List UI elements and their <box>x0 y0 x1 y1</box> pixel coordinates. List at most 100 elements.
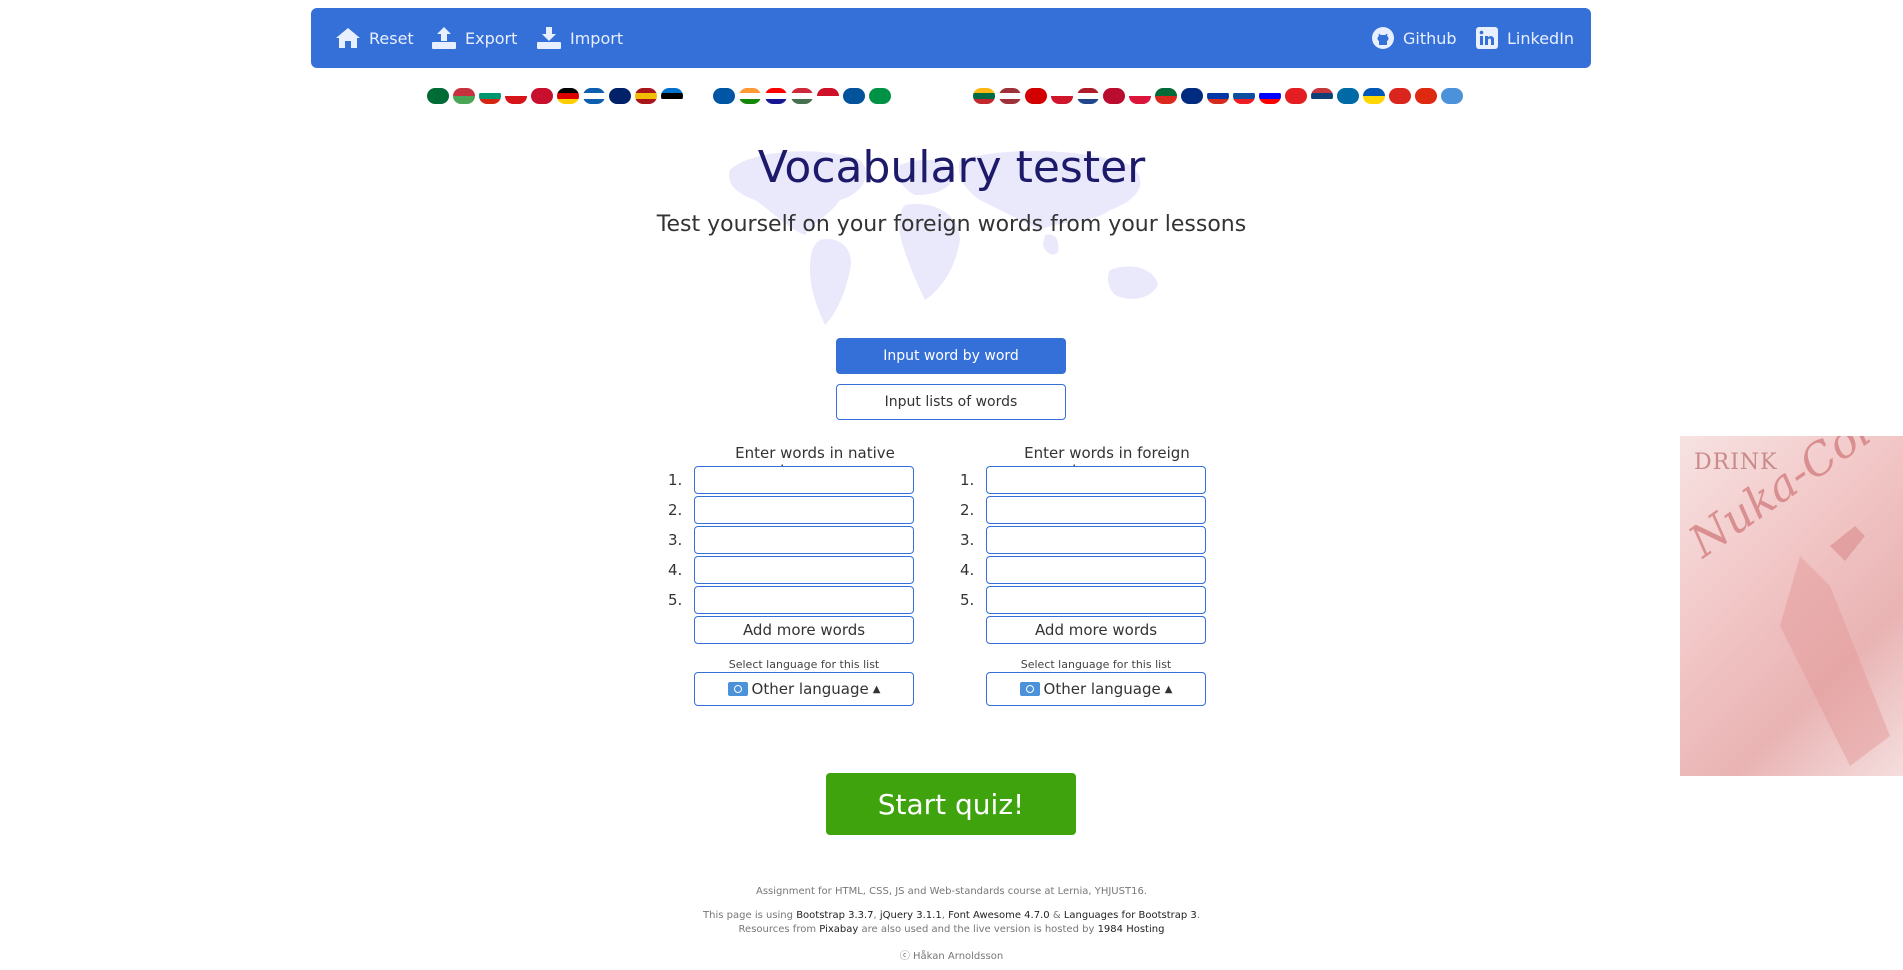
import-button[interactable]: Import <box>536 8 623 68</box>
footer-amp: & <box>1052 910 1061 921</box>
flag-fi-icon[interactable] <box>687 88 709 104</box>
word-row: 1. <box>952 466 1252 494</box>
row-number: 4. <box>668 561 683 579</box>
flag-si-icon[interactable] <box>1259 88 1281 104</box>
github-icon <box>1372 27 1394 49</box>
hosting-link[interactable]: 1984 Hosting <box>1098 924 1165 935</box>
upload-icon <box>432 27 456 49</box>
row-number: 2. <box>960 501 975 519</box>
github-link[interactable]: Github <box>1371 8 1457 68</box>
author-name: Håkan Arnoldsson <box>913 951 1004 962</box>
footer-author: ⓒ Håkan Arnoldsson <box>0 947 1903 962</box>
row-number: 2. <box>668 501 683 519</box>
flag-ee-icon[interactable] <box>661 88 683 104</box>
flag-pl-icon[interactable] <box>1129 88 1151 104</box>
reset-button[interactable]: Reset <box>335 8 414 68</box>
flag-vn-icon[interactable] <box>1389 88 1411 104</box>
page-subtitle: Test yourself on your foreign words from… <box>656 212 1247 237</box>
foreign-word-input-2[interactable] <box>986 496 1206 524</box>
flag-kr-icon[interactable] <box>947 88 969 104</box>
native-word-input-3[interactable] <box>694 526 914 554</box>
flag-sk-icon[interactable] <box>1233 88 1255 104</box>
word-row: 5. <box>952 586 1252 614</box>
flag-sa-icon[interactable] <box>427 88 449 104</box>
download-icon <box>537 27 561 49</box>
footer-resources-line: Resources from Pixabay are also used and… <box>0 924 1903 935</box>
flag-by-icon[interactable] <box>453 88 475 104</box>
flag-is-icon[interactable] <box>843 88 865 104</box>
flag-bg-icon[interactable] <box>479 88 501 104</box>
flag-pt-icon[interactable] <box>1155 88 1177 104</box>
input-word-by-word-button[interactable]: Input word by word <box>836 338 1066 374</box>
flag-il-icon[interactable] <box>895 88 917 104</box>
export-button[interactable]: Export <box>431 8 517 68</box>
flag-lt-icon[interactable] <box>973 88 995 104</box>
flag-de-icon[interactable] <box>557 88 579 104</box>
foreign-word-input-3[interactable] <box>986 526 1206 554</box>
native-word-input-4[interactable] <box>694 556 914 584</box>
row-number: 1. <box>960 471 975 489</box>
flag-hr-icon[interactable] <box>765 88 787 104</box>
flag-ua-icon[interactable] <box>1363 88 1385 104</box>
flag-it-icon[interactable] <box>869 88 891 104</box>
jquery-link[interactable]: jQuery 3.1.1 <box>880 910 942 921</box>
foreign-word-input-4[interactable] <box>986 556 1206 584</box>
flag-al-icon[interactable] <box>1285 88 1307 104</box>
side-advertisement[interactable]: DRINK Nuka-Cola <box>1680 436 1903 776</box>
flag-es-icon[interactable] <box>635 88 657 104</box>
flag-gr-icon[interactable] <box>583 88 605 104</box>
linkedin-icon <box>1476 27 1498 49</box>
flag-nl-icon[interactable] <box>1077 88 1099 104</box>
flag-se-icon[interactable] <box>1337 88 1359 104</box>
flag-fr-icon[interactable] <box>713 88 735 104</box>
flag-ro-icon[interactable] <box>1181 88 1203 104</box>
word-row: 4. <box>952 556 1252 584</box>
native-language-dropdown[interactable]: Other language ▲ <box>694 672 914 706</box>
native-word-input-5[interactable] <box>694 586 914 614</box>
flag-ru-icon[interactable] <box>1207 88 1229 104</box>
bootstrap-link[interactable]: Bootstrap 3.3.7 <box>796 910 873 921</box>
footer-tech-prefix: This page is using <box>703 910 793 921</box>
flag-jp-icon[interactable] <box>921 88 943 104</box>
foreign-language-dropdown[interactable]: Other language ▲ <box>986 672 1206 706</box>
native-language-label: Other language <box>751 680 869 698</box>
flag-mt-icon[interactable] <box>1051 88 1073 104</box>
caret-up-icon: ▲ <box>1164 683 1173 695</box>
row-number: 3. <box>668 531 683 549</box>
linkedin-label: LinkedIn <box>1507 28 1575 48</box>
native-word-input-2[interactable] <box>694 496 914 524</box>
row-number: 5. <box>960 591 975 609</box>
flag-no-icon[interactable] <box>1103 88 1125 104</box>
native-add-more-button[interactable]: Add more words <box>694 616 914 644</box>
foreign-add-more-button[interactable]: Add more words <box>986 616 1206 644</box>
foreign-word-input-1[interactable] <box>986 466 1206 494</box>
native-word-input-1[interactable] <box>694 466 914 494</box>
row-number: 1. <box>668 471 683 489</box>
flag-in-icon[interactable] <box>739 88 761 104</box>
foreign-word-input-5[interactable] <box>986 586 1206 614</box>
word-row: 3. <box>952 526 1252 554</box>
fontawesome-link[interactable]: Font Awesome 4.7.0 <box>948 910 1050 921</box>
flag-hu-icon[interactable] <box>791 88 813 104</box>
start-quiz-button[interactable]: Start quiz! <box>826 773 1076 835</box>
flag-lv-icon[interactable] <box>999 88 1021 104</box>
flag-mk-icon[interactable] <box>1025 88 1047 104</box>
flag-un-icon[interactable] <box>1441 88 1463 104</box>
word-row: 2. <box>660 496 960 524</box>
row-number: 5. <box>668 591 683 609</box>
un-flag-icon <box>1019 682 1040 696</box>
flag-cz-icon[interactable] <box>505 88 527 104</box>
flag-dk-icon[interactable] <box>531 88 553 104</box>
word-row: 3. <box>660 526 960 554</box>
flag-id-icon[interactable] <box>817 88 839 104</box>
word-row: 4. <box>660 556 960 584</box>
languages-link[interactable]: Languages for Bootstrap 3 <box>1064 910 1197 921</box>
flag-rs-icon[interactable] <box>1311 88 1333 104</box>
row-number: 4. <box>960 561 975 579</box>
pixabay-link[interactable]: Pixabay <box>819 924 858 935</box>
input-lists-button[interactable]: Input lists of words <box>836 384 1066 420</box>
linkedin-link[interactable]: LinkedIn <box>1475 8 1574 68</box>
flag-cn-icon[interactable] <box>1415 88 1437 104</box>
flag-gb-icon[interactable] <box>609 88 631 104</box>
foreign-language-label: Other language <box>1043 680 1161 698</box>
